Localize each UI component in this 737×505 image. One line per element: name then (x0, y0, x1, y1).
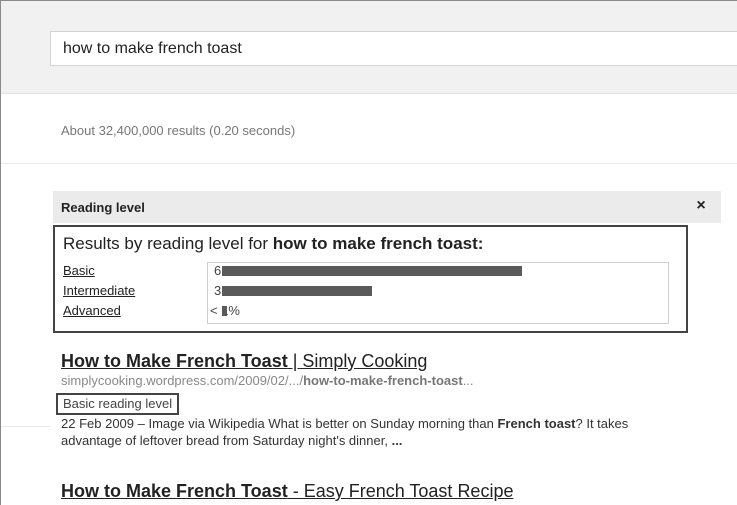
divider (1, 163, 737, 164)
reading-level-title: Reading level (61, 200, 145, 215)
result-url-tail: ... (462, 373, 474, 388)
result-url-plain: simplycooking.wordpress.com/2009/02/.../ (61, 373, 304, 388)
reading-level-link-advanced[interactable]: Advanced (63, 303, 121, 318)
reading-level-box: Results by reading level for how to make… (53, 225, 688, 333)
result-title-rest: - Easy French Toast Recipe (287, 481, 514, 501)
reading-level-bar (222, 266, 522, 276)
snippet-part: 22 Feb 2009 – Image via Wikipedia What i… (61, 416, 498, 431)
reading-level-bar (222, 286, 372, 296)
result-url-bold: how-to-make-french-toast (303, 373, 463, 388)
result-title-link[interactable]: How to Make French Toast - Easy French T… (61, 481, 513, 502)
search-results-page: About 32,400,000 results (0.20 seconds) … (0, 0, 737, 505)
reading-level-link-basic[interactable]: Basic (63, 263, 95, 278)
close-icon[interactable]: × (693, 196, 709, 216)
result-title-bold: How to Make French Toast (61, 481, 288, 501)
reading-level-link-intermediate[interactable]: Intermediate (63, 283, 135, 298)
reading-heading-query: how to make french toast: (272, 234, 484, 253)
result-snippet: 22 Feb 2009 – Image via Wikipedia What i… (61, 415, 681, 449)
search-result: How to Make French Toast | Simply Cookin… (61, 351, 474, 388)
reading-level-heading: Results by reading level for how to make… (63, 234, 483, 254)
snippet-part: French toast (497, 416, 576, 431)
reading-level-header: Reading level × (53, 191, 721, 223)
search-header (1, 1, 737, 94)
snippet-part: ... (391, 433, 403, 448)
reading-level-badge: Basic reading level (56, 393, 180, 415)
reading-level-row-intermediate: Intermediate 33% (63, 283, 663, 301)
result-title-link[interactable]: How to Make French Toast | Simply Cookin… (61, 351, 474, 372)
search-result: How to Make French Toast - Easy French T… (61, 481, 513, 502)
result-title-bold: How to Make French Toast (61, 351, 288, 371)
reading-level-row-advanced: Advanced < 1% (63, 303, 663, 321)
reading-level-row-basic: Basic 66% (63, 263, 663, 281)
divider (1, 426, 51, 427)
search-input[interactable] (51, 32, 737, 65)
reading-level-bar (222, 306, 227, 316)
results-stats: About 32,400,000 results (0.20 seconds) (61, 123, 296, 138)
search-box[interactable] (50, 31, 737, 66)
result-url: simplycooking.wordpress.com/2009/02/.../… (61, 373, 474, 388)
reading-heading-prefix: Results by reading level for (63, 234, 273, 253)
result-title-rest: | Simply Cooking (287, 351, 428, 371)
